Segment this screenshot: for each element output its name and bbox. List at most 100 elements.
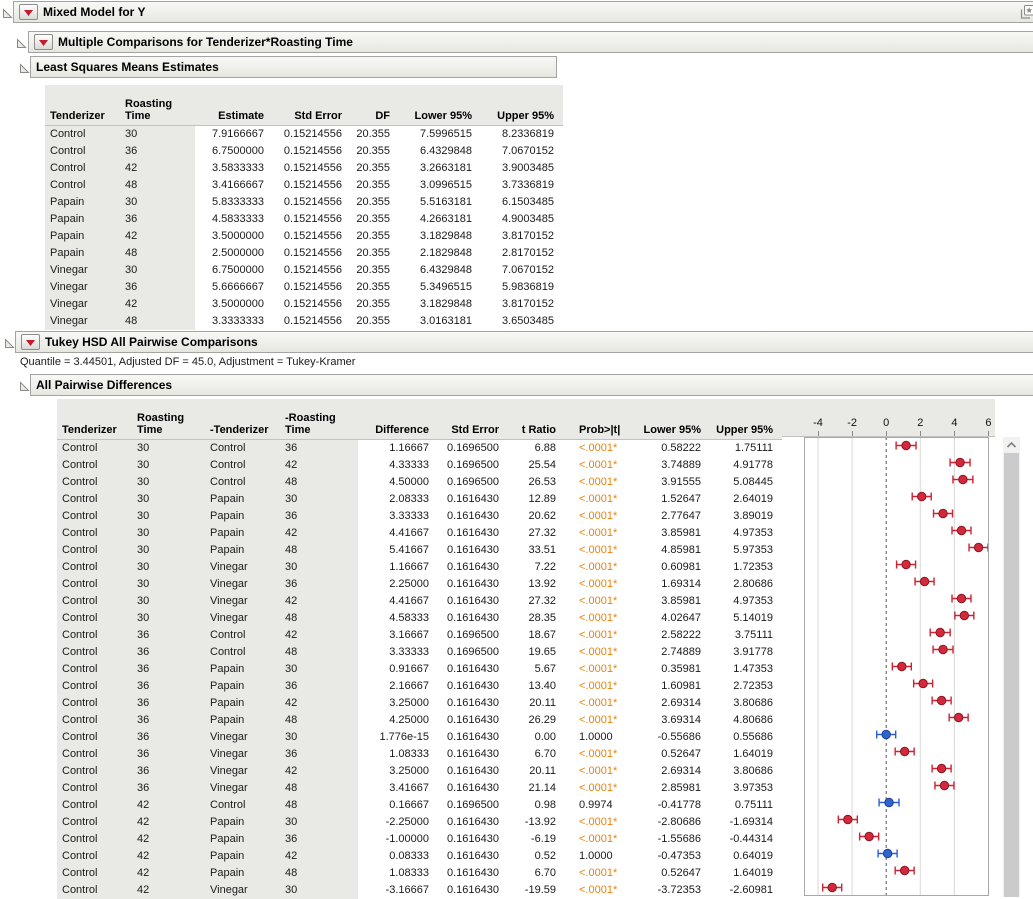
column-header[interactable]: Prob>|t| <box>565 399 635 440</box>
table-row[interactable]: Control30Papain424.416670.161643027.32<.… <box>57 525 782 542</box>
table-row[interactable]: Control423.58333330.1521455620.3553.2663… <box>45 160 563 177</box>
difference-marker[interactable] <box>918 492 926 500</box>
difference-marker[interactable] <box>939 645 947 653</box>
table-row[interactable]: Papain305.83333330.1521455620.3555.51631… <box>45 194 563 211</box>
table-row[interactable]: Control30Papain302.083330.161643012.89<.… <box>57 491 782 508</box>
difference-marker[interactable] <box>919 679 927 687</box>
difference-marker[interactable] <box>865 832 873 840</box>
disclosure-triangle-icon[interactable] <box>2 6 13 17</box>
difference-marker[interactable] <box>882 730 890 738</box>
difference-marker[interactable] <box>900 866 908 874</box>
column-header[interactable]: Lower 95% <box>635 399 710 440</box>
disclosure-triangle-icon[interactable] <box>4 336 15 347</box>
table-row[interactable]: Control366.75000000.1521455620.3556.4329… <box>45 143 563 160</box>
difference-marker[interactable] <box>960 611 968 619</box>
table-row[interactable]: Control36Vinegar361.083330.16164306.70<.… <box>57 746 782 763</box>
table-row[interactable]: Papain364.58333330.1521455620.3554.26631… <box>45 211 563 228</box>
difference-marker[interactable] <box>898 662 906 670</box>
difference-marker[interactable] <box>902 560 910 568</box>
table-row[interactable]: Vinegar423.50000000.1521455620.3553.1829… <box>45 296 563 313</box>
column-header[interactable]: -Tenderizer <box>205 399 280 440</box>
scrollbar-thumb[interactable] <box>1004 453 1019 897</box>
table-row[interactable]: Control42Papain36-1.000000.1616430-6.19<… <box>57 831 782 848</box>
table-row[interactable]: Control483.41666670.1521455620.3553.0996… <box>45 177 563 194</box>
table-row[interactable]: Control307.91666670.1521455620.3557.5996… <box>45 126 563 144</box>
confidence-interval-plot[interactable] <box>782 437 995 896</box>
table-row[interactable]: Control30Vinegar362.250000.161643013.92<… <box>57 576 782 593</box>
difference-marker[interactable] <box>956 458 964 466</box>
table-row[interactable]: Vinegar365.66666670.1521455620.3555.3496… <box>45 279 563 296</box>
column-header[interactable]: t Ratio <box>508 399 565 440</box>
difference-marker[interactable] <box>885 798 893 806</box>
difference-marker[interactable] <box>844 815 852 823</box>
table-row[interactable]: Control30Control424.333330.169650025.54<… <box>57 457 782 474</box>
column-header[interactable]: Std Error <box>438 399 508 440</box>
column-header[interactable]: Std Error <box>273 85 351 126</box>
column-header[interactable]: Lower 95% <box>399 85 481 126</box>
difference-marker[interactable] <box>920 577 928 585</box>
difference-marker[interactable] <box>959 475 967 483</box>
outline-bar-multiple-comparisons[interactable]: Multiple Comparisons for Tenderizer*Roas… <box>28 31 1033 53</box>
column-header[interactable]: Tenderizer <box>57 399 132 440</box>
table-row[interactable]: Control30Vinegar424.416670.161643027.32<… <box>57 593 782 610</box>
table-row[interactable]: Control36Papain362.166670.161643013.40<.… <box>57 678 782 695</box>
disclosure-triangle-icon[interactable] <box>16 36 27 47</box>
red-triangle-menu-button[interactable] <box>19 4 38 20</box>
table-row[interactable]: Papain482.50000000.1521455620.3552.18298… <box>45 245 563 262</box>
column-header[interactable]: DF <box>351 85 399 126</box>
table-row[interactable]: Vinegar306.75000000.1521455620.3556.4329… <box>45 262 563 279</box>
outline-bar-mixed-model[interactable]: Mixed Model for Y <box>13 1 1033 23</box>
difference-marker[interactable] <box>937 764 945 772</box>
table-row[interactable]: Control30Control484.500000.169650026.53<… <box>57 474 782 491</box>
column-header[interactable]: Estimate <box>195 85 273 126</box>
outline-bar-all-pairwise[interactable]: All Pairwise Differences <box>30 374 1033 396</box>
table-row[interactable]: Control36Vinegar423.250000.161643020.11<… <box>57 763 782 780</box>
table-row[interactable]: Papain423.50000000.1521455620.3553.18298… <box>45 228 563 245</box>
table-row[interactable]: Control42Papain481.083330.16164306.70<.0… <box>57 865 782 882</box>
red-triangle-menu-button[interactable] <box>34 34 53 50</box>
table-row[interactable]: Vinegar483.33333330.1521455620.3553.0163… <box>45 313 563 330</box>
column-header[interactable]: Upper 95% <box>710 399 782 440</box>
column-header[interactable]: Roasting Time <box>120 85 195 126</box>
table-row[interactable]: Control36Control423.166670.169650018.67<… <box>57 627 782 644</box>
red-triangle-menu-button[interactable] <box>21 334 40 350</box>
disclosure-triangle-icon[interactable] <box>19 61 30 72</box>
difference-marker[interactable] <box>957 594 965 602</box>
difference-marker[interactable] <box>828 883 836 891</box>
outline-bar-tukey[interactable]: Tukey HSD All Pairwise Comparisons <box>15 331 1033 353</box>
difference-marker[interactable] <box>937 696 945 704</box>
table-row[interactable]: Control42Vinegar30-3.166670.1616430-19.5… <box>57 882 782 899</box>
difference-marker[interactable] <box>957 526 965 534</box>
difference-marker[interactable] <box>902 441 910 449</box>
vertical-scrollbar[interactable] <box>1003 437 1020 897</box>
table-row[interactable]: Control36Vinegar301.776e-150.16164300.00… <box>57 729 782 746</box>
disclosure-triangle-icon[interactable] <box>19 379 30 390</box>
difference-marker[interactable] <box>940 781 948 789</box>
table-row[interactable]: Control36Papain300.916670.16164305.67<.0… <box>57 661 782 678</box>
scrollbar-up-button[interactable] <box>1003 437 1020 452</box>
column-header[interactable]: Upper 95% <box>481 85 563 126</box>
difference-marker[interactable] <box>939 509 947 517</box>
table-row[interactable]: Control30Papain485.416670.161643033.51<.… <box>57 542 782 559</box>
column-header[interactable]: Tenderizer <box>45 85 120 126</box>
table-row[interactable]: Control42Papain30-2.250000.1616430-13.92… <box>57 814 782 831</box>
table-row[interactable]: Control30Control361.166670.16965006.88<.… <box>57 440 782 458</box>
table-row[interactable]: Control30Papain363.333330.161643020.62<.… <box>57 508 782 525</box>
difference-marker[interactable] <box>974 543 982 551</box>
table-row[interactable]: Control30Vinegar301.166670.16164307.22<.… <box>57 559 782 576</box>
table-row[interactable]: Control36Control483.333330.169650019.65<… <box>57 644 782 661</box>
table-row[interactable]: Control42Control480.166670.16965000.980.… <box>57 797 782 814</box>
report-star-icon[interactable] <box>1017 4 1033 21</box>
column-header[interactable]: Difference <box>358 399 438 440</box>
table-row[interactable]: Control36Vinegar483.416670.161643021.14<… <box>57 780 782 797</box>
table-row[interactable]: Control42Papain420.083330.16164300.521.0… <box>57 848 782 865</box>
table-row[interactable]: Control36Papain423.250000.161643020.11<.… <box>57 695 782 712</box>
difference-marker[interactable] <box>900 747 908 755</box>
difference-marker[interactable] <box>954 713 962 721</box>
column-header[interactable]: -Roasting Time <box>280 399 358 440</box>
outline-bar-ls-means[interactable]: Least Squares Means Estimates <box>30 56 557 78</box>
table-row[interactable]: Control36Papain484.250000.161643026.29<.… <box>57 712 782 729</box>
difference-marker[interactable] <box>936 628 944 636</box>
table-row[interactable]: Control30Vinegar484.583330.161643028.35<… <box>57 610 782 627</box>
difference-marker[interactable] <box>883 849 891 857</box>
